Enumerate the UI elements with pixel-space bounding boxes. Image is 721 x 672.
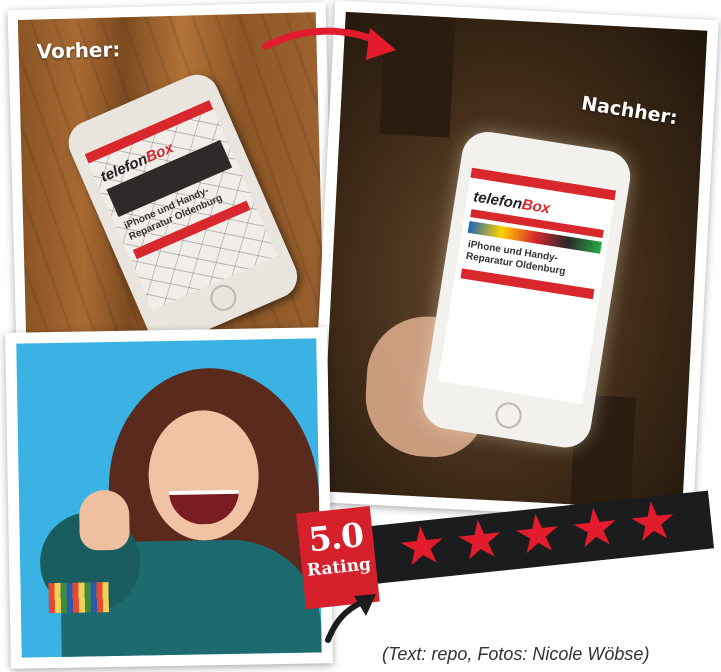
home-button-icon xyxy=(493,400,524,431)
red-arrow-icon xyxy=(262,27,396,60)
home-button-icon xyxy=(206,280,241,315)
customer-photo xyxy=(5,327,333,669)
wristbands xyxy=(48,582,109,614)
intact-screen: telefonBox iPhone und Handy-Reparatur Ol… xyxy=(438,167,617,404)
before-label: Vorher: xyxy=(36,37,121,64)
dark-arrow-icon xyxy=(325,594,376,643)
after-photo-image: telefonBox iPhone und Handy-Reparatur Ol… xyxy=(320,11,708,511)
star-icon xyxy=(398,524,446,570)
cracked-screen: telefonBox iPhone und Handy-Reparatur Ol… xyxy=(84,100,278,311)
customer-photo-image xyxy=(16,338,322,658)
star-icon xyxy=(514,511,562,557)
star-icon xyxy=(456,518,504,564)
star-icon xyxy=(571,505,619,551)
thumbs-up-icon xyxy=(78,489,130,551)
damaged-phone: telefonBox iPhone und Handy-Reparatur Ol… xyxy=(61,67,305,342)
star-icon xyxy=(629,499,677,545)
photo-credit: (Text: repo, Fotos: Nicole Wöbse) xyxy=(382,644,650,664)
